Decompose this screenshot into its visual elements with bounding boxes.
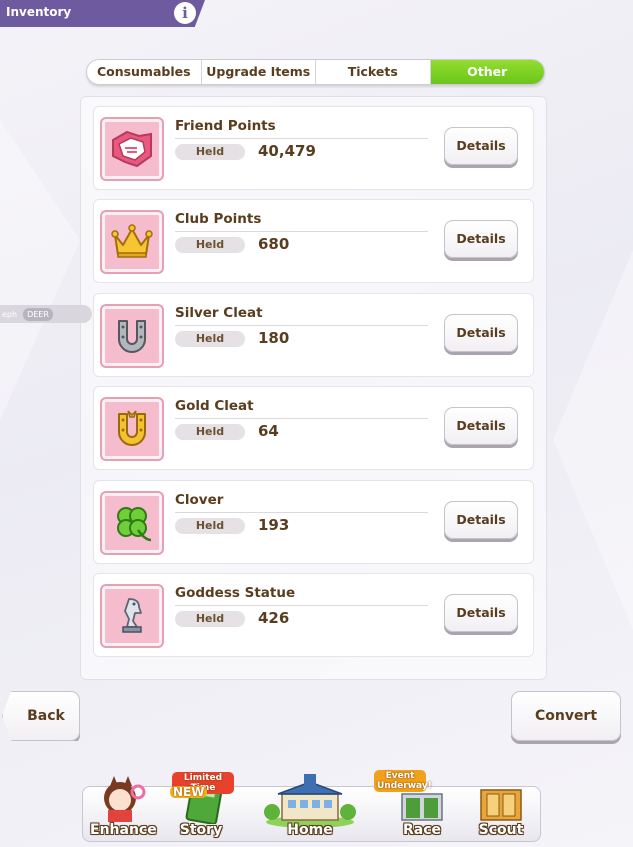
list-item-clover: Clover Held 193 Details xyxy=(93,480,534,564)
item-name: Clover xyxy=(175,492,224,508)
list-item-friend-points: Friend Points Held 40,479 Details xyxy=(93,106,534,190)
held-value: 40,479 xyxy=(258,142,316,160)
item-name: Gold Cleat xyxy=(175,398,254,414)
held-label: Held xyxy=(175,518,245,534)
gold-horseshoe-icon xyxy=(100,397,164,461)
nav-label: Story xyxy=(179,822,223,838)
tab-tickets[interactable]: Tickets xyxy=(316,60,431,84)
tab-upgrade-items[interactable]: Upgrade Items xyxy=(202,60,316,84)
category-tabs: Consumables Upgrade Items Tickets Other xyxy=(86,59,545,85)
clover-icon xyxy=(100,491,164,555)
divider xyxy=(175,138,428,139)
silver-horseshoe-icon xyxy=(100,304,164,368)
scout-gate-icon xyxy=(480,789,522,821)
nav-label: Race xyxy=(402,822,442,838)
details-button[interactable]: Details xyxy=(444,594,518,632)
held-label: Held xyxy=(175,611,245,627)
held-label: Held xyxy=(175,237,245,253)
nav-story[interactable]: Limited Time NEW Story xyxy=(168,770,234,842)
crown-icon xyxy=(100,210,164,274)
held-label: Held xyxy=(175,331,245,347)
item-name: Goddess Statue xyxy=(175,585,296,601)
divider xyxy=(175,231,428,232)
held-value: 680 xyxy=(258,235,290,253)
new-badge: NEW xyxy=(170,786,208,798)
held-label: Held xyxy=(175,144,245,160)
tab-other[interactable]: Other xyxy=(430,60,544,84)
details-button[interactable]: Details xyxy=(444,127,518,165)
nav-label: Home xyxy=(287,822,333,838)
details-button[interactable]: Details xyxy=(444,220,518,258)
side-tag-text: eph xyxy=(2,309,18,319)
character-icon xyxy=(104,776,146,822)
tab-consumables[interactable]: Consumables xyxy=(87,60,202,84)
info-icon[interactable]: i xyxy=(174,2,196,24)
item-name: Friend Points xyxy=(175,118,276,134)
held-label: Held xyxy=(175,424,245,440)
nav-label: Scout xyxy=(478,822,524,838)
list-item-goddess-statue: Goddess Statue Held 426 Details xyxy=(93,573,534,657)
statue-icon xyxy=(100,584,164,648)
held-value: 426 xyxy=(258,609,290,627)
page-title: Inventory xyxy=(6,5,72,19)
background-facet xyxy=(553,250,633,630)
divider xyxy=(175,418,428,419)
details-button[interactable]: Details xyxy=(444,407,518,445)
back-button[interactable]: Back xyxy=(2,691,80,741)
held-value: 64 xyxy=(258,422,279,440)
divider xyxy=(175,512,428,513)
item-name: Club Points xyxy=(175,211,262,227)
list-item-silver-cleat: Silver Cleat Held 180 Details xyxy=(93,293,534,377)
convert-button[interactable]: Convert xyxy=(511,691,621,741)
event-underway-badge: Event Underway! xyxy=(374,770,432,792)
held-value: 193 xyxy=(258,516,290,534)
side-overlay-tag: eph DEER xyxy=(0,305,92,323)
nav-enhance[interactable]: Enhance xyxy=(90,770,157,842)
header-bar: Inventory i xyxy=(0,0,205,27)
deer-badge: DEER xyxy=(23,307,53,321)
divider xyxy=(175,325,428,326)
nav-race[interactable]: Event Underway! Race xyxy=(374,770,456,842)
school-building-icon xyxy=(264,774,356,828)
details-button[interactable]: Details xyxy=(444,314,518,352)
list-item-gold-cleat: Gold Cleat Held 64 Details xyxy=(93,386,534,470)
nav-label: Enhance xyxy=(90,822,157,838)
details-button[interactable]: Details xyxy=(444,501,518,539)
held-value: 180 xyxy=(258,329,290,347)
handshake-icon xyxy=(100,117,164,181)
list-item-club-points: Club Points Held 680 Details xyxy=(93,199,534,283)
divider xyxy=(175,605,428,606)
nav-home[interactable]: Home xyxy=(262,770,358,842)
background-facet xyxy=(0,120,80,420)
item-name: Silver Cleat xyxy=(175,305,263,321)
nav-scout[interactable]: Scout xyxy=(468,770,534,842)
